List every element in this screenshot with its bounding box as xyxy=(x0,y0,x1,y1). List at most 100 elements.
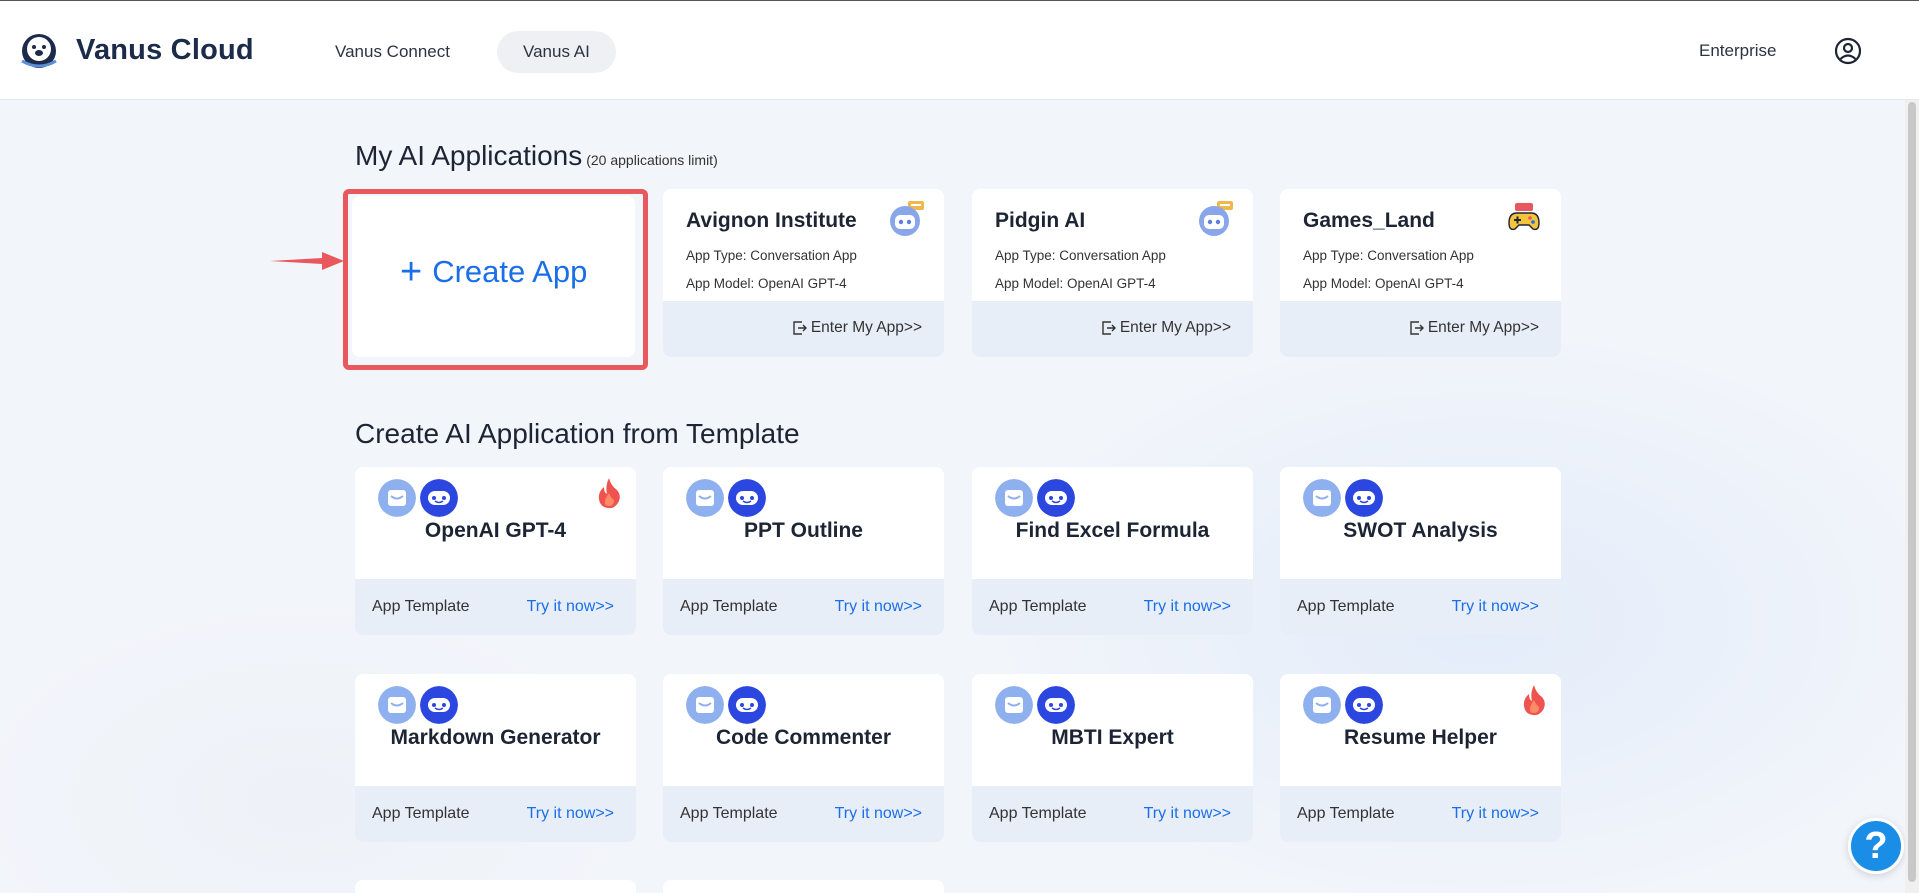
create-app-label: Create App xyxy=(432,254,588,289)
try-it-now-link[interactable]: Try it now>> xyxy=(1452,805,1539,823)
enter-icon xyxy=(793,321,807,335)
fire-hot-icon xyxy=(1523,685,1545,716)
template-card-footer: App Template Try it now>> xyxy=(355,786,636,842)
template-card-footer: App Template Try it now>> xyxy=(972,786,1253,842)
try-it-now-link[interactable]: Try it now>> xyxy=(527,805,614,823)
app-type: App Type: Conversation App xyxy=(1303,248,1474,263)
enter-app-label: Enter My App>> xyxy=(1119,319,1231,336)
vertical-scrollbar[interactable] xyxy=(1905,100,1919,893)
template-icons xyxy=(378,686,458,724)
nav-enterprise[interactable]: Enterprise xyxy=(1699,41,1776,61)
app-card-avignon-institute[interactable]: Avignon Institute App Type: Conversation… xyxy=(663,189,944,357)
app-name: Avignon Institute xyxy=(686,209,857,232)
template-icons xyxy=(686,479,766,517)
chat-bubble-icon xyxy=(1037,479,1075,517)
template-card-footer: App Template Try it now>> xyxy=(1280,786,1561,842)
brand-title[interactable]: Vanus Cloud xyxy=(76,34,254,67)
template-name: MBTI Expert xyxy=(1051,726,1174,749)
template-name: OpenAI GPT-4 xyxy=(424,519,567,542)
game-controller-icon xyxy=(1508,203,1540,231)
enter-app-link[interactable]: Enter My App>> xyxy=(1410,319,1539,337)
pointer-arrow-icon xyxy=(270,252,344,270)
template-card[interactable]: MBTI Expert App Template Try it now>> xyxy=(972,674,1253,842)
chat-bubble-icon xyxy=(1037,686,1075,724)
app-template-label: App Template xyxy=(680,598,778,615)
template-name: Resume Helper xyxy=(1344,726,1497,749)
try-it-now-link[interactable]: Try it now>> xyxy=(1144,805,1231,823)
enter-app-label: Enter My App>> xyxy=(810,319,922,336)
try-it-now-link[interactable]: Try it now>> xyxy=(835,598,922,616)
template-card[interactable]: PPT Outline App Template Try it now>> xyxy=(663,467,944,635)
template-card-footer: App Template Try it now>> xyxy=(972,579,1253,635)
my-apps-title-text: My AI Applications xyxy=(355,140,583,171)
try-it-now-link[interactable]: Try it now>> xyxy=(835,805,922,823)
try-it-now-link[interactable]: Try it now>> xyxy=(1144,598,1231,616)
app-card-footer: Enter My App>> xyxy=(663,301,944,357)
template-icons xyxy=(686,686,766,724)
app-window-icon xyxy=(378,479,416,517)
enter-icon xyxy=(1410,321,1424,335)
template-card[interactable]: Find Excel Formula App Template Try it now… xyxy=(972,467,1253,635)
nav-vanus-ai[interactable]: Vanus AI xyxy=(497,31,616,73)
template-card-partial[interactable] xyxy=(355,880,636,893)
template-name: Markdown Generator xyxy=(390,726,601,749)
app-model: App Model: OpenAI GPT-4 xyxy=(995,276,1156,291)
plus-icon: + xyxy=(400,251,423,293)
app-type: App Type: Conversation App xyxy=(995,248,1166,263)
app-window-icon xyxy=(995,686,1033,724)
template-card-footer: App Template Try it now>> xyxy=(663,786,944,842)
help-button[interactable]: ? xyxy=(1848,818,1904,874)
otter-logo-icon[interactable] xyxy=(18,31,60,71)
app-template-label: App Template xyxy=(1297,598,1395,615)
template-card[interactable]: Resume Helper App Template Try it now>> xyxy=(1280,674,1561,842)
app-model: App Model: OpenAI GPT-4 xyxy=(1303,276,1464,291)
page-background xyxy=(0,100,1919,893)
app-window-icon xyxy=(995,479,1033,517)
try-it-now-link[interactable]: Try it now>> xyxy=(1452,598,1539,616)
user-account-icon[interactable] xyxy=(1834,37,1862,65)
chat-bubble-icon xyxy=(420,479,458,517)
template-card[interactable]: OpenAI GPT-4 App Template Try it now>> xyxy=(355,467,636,635)
template-card-footer: App Template Try it now>> xyxy=(663,579,944,635)
template-card-partial[interactable] xyxy=(663,880,944,893)
chat-bubble-icon xyxy=(728,479,766,517)
template-name: PPT Outline xyxy=(743,519,863,542)
scrollbar-thumb[interactable] xyxy=(1908,102,1916,882)
template-card[interactable]: Code Commenter App Template Try it now>> xyxy=(663,674,944,842)
template-name: Find Excel Formula xyxy=(1015,519,1210,542)
app-card-footer: Enter My App>> xyxy=(972,301,1253,357)
robot-chat-icon xyxy=(1199,201,1233,236)
template-card-footer: App Template Try it now>> xyxy=(1280,579,1561,635)
app-card-pidgin-ai[interactable]: Pidgin AI App Type: Conversation App App… xyxy=(972,189,1253,357)
app-name: Games_Land xyxy=(1303,209,1435,232)
chat-bubble-icon xyxy=(1345,686,1383,724)
nav-vanus-connect[interactable]: Vanus Connect xyxy=(309,31,476,73)
template-card-footer: App Template Try it now>> xyxy=(355,579,636,635)
template-card[interactable]: Markdown Generator App Template Try it now… xyxy=(355,674,636,842)
app-window-icon xyxy=(686,479,724,517)
create-app-button[interactable]: + Create App xyxy=(400,253,587,291)
app-template-label: App Template xyxy=(1297,805,1395,822)
app-template-label: App Template xyxy=(989,598,1087,615)
chat-bubble-icon xyxy=(420,686,458,724)
template-name: Code Commenter xyxy=(715,726,892,749)
fire-hot-icon xyxy=(598,478,620,509)
app-template-label: App Template xyxy=(989,805,1087,822)
template-icons xyxy=(1303,479,1383,517)
app-window-icon xyxy=(686,686,724,724)
app-card-games-land[interactable]: Games_Land App Type: Conversation App Ap… xyxy=(1280,189,1561,357)
robot-chat-icon xyxy=(890,201,924,236)
template-icons xyxy=(378,479,458,517)
chat-bubble-icon xyxy=(1345,479,1383,517)
app-card-footer: Enter My App>> xyxy=(1280,301,1561,357)
apps-limit-note: (20 applications limit) xyxy=(586,152,718,168)
template-card[interactable]: SWOT Analysis App Template Try it now>> xyxy=(1280,467,1561,635)
enter-app-link[interactable]: Enter My App>> xyxy=(1102,319,1231,337)
enter-app-link[interactable]: Enter My App>> xyxy=(793,319,922,337)
app-model: App Model: OpenAI GPT-4 xyxy=(686,276,847,291)
app-window-icon xyxy=(1303,479,1341,517)
template-icons xyxy=(1303,686,1383,724)
try-it-now-link[interactable]: Try it now>> xyxy=(527,598,614,616)
app-window-icon xyxy=(378,686,416,724)
app-window-icon xyxy=(1303,686,1341,724)
